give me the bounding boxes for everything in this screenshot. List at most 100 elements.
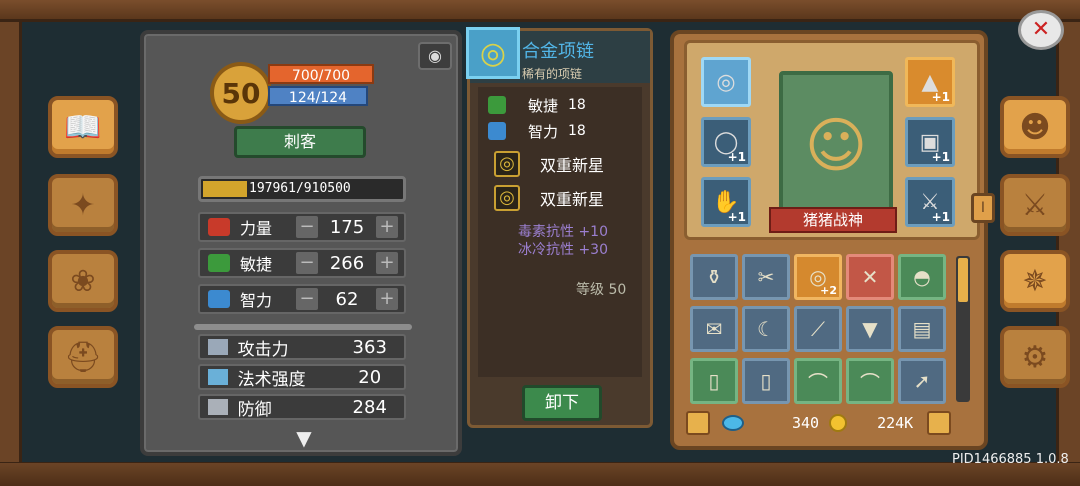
- combat-label: 攻击力: [237, 339, 289, 360]
- armor-slot[interactable]: ▣ +1: [905, 117, 955, 167]
- gloves-slot[interactable]: ✋ +1: [701, 177, 751, 227]
- attribute-row-strength: 力量 − 175 +: [198, 212, 406, 242]
- scroll-icon: ✉: [705, 317, 723, 341]
- inventory-slot[interactable]: ⌒: [794, 358, 842, 404]
- intelligence-icon: [488, 122, 506, 140]
- agility-plus-button[interactable]: +: [376, 252, 398, 274]
- intelligence-plus-button[interactable]: +: [376, 288, 398, 310]
- item-attribute-intelligence: 智力 18: [488, 119, 638, 143]
- intelligence-minus-button[interactable]: −: [296, 288, 318, 310]
- exp-bar-fill: [203, 181, 247, 197]
- item-skill: ◎ 双重新星: [494, 149, 640, 179]
- exp-text: 197961/910500: [249, 181, 351, 196]
- necklace-icon: ◎: [716, 69, 736, 95]
- helmet-icon: ⛑: [63, 339, 103, 375]
- character-name: 猪猪战神: [769, 207, 897, 233]
- spear-icon: ➚: [913, 369, 931, 393]
- swords-icon: ⚔: [1021, 187, 1049, 223]
- gem-icon: [722, 415, 744, 431]
- equipment-page-tab[interactable]: I: [971, 193, 995, 223]
- combat-value: 363: [352, 336, 387, 358]
- level-badge: 50: [210, 62, 272, 124]
- talent-menu-button[interactable]: ✵: [1000, 250, 1070, 312]
- inventory-slot[interactable]: ▯: [742, 358, 790, 404]
- book-menu-button[interactable]: 📖: [48, 96, 118, 158]
- character-portrait: ☺: [779, 71, 893, 221]
- star-icon: ✵: [1022, 263, 1048, 299]
- item-attribute-label: 敏捷: [528, 96, 559, 115]
- character-menu-button[interactable]: ☻: [1000, 96, 1070, 158]
- inventory-slot[interactable]: ✉: [690, 306, 738, 352]
- class-button[interactable]: 刺客: [234, 126, 366, 158]
- scroll-menu-button[interactable]: ✦: [48, 174, 118, 236]
- inventory-slot[interactable]: ▼: [846, 306, 894, 352]
- version-text: PID1466885 1.0.8: [952, 452, 1069, 467]
- combat-value: 284: [352, 396, 387, 418]
- item-attribute-agility: 敏捷 18: [488, 93, 638, 117]
- agility-icon: [488, 96, 506, 114]
- inventory-slot[interactable]: ⟋: [794, 306, 842, 352]
- frame-left: [0, 22, 22, 462]
- character-head-icon: ☻: [1019, 109, 1051, 145]
- item-skill: ◎ 双重新星: [494, 183, 640, 213]
- inventory-slot[interactable]: ☾: [742, 306, 790, 352]
- inventory-slot[interactable]: ▯: [690, 358, 738, 404]
- gem-count: 340: [792, 414, 820, 432]
- item-skill-label: 双重新星: [540, 156, 605, 175]
- item-name: 合金项链: [522, 41, 594, 62]
- inventory-slot[interactable]: ◓: [898, 254, 946, 300]
- frame-right: [1056, 22, 1080, 462]
- inventory-grid: ⚱ ✂ ◎ +2 ✕ ◓ ✉ ☾ ⟋ ▼ ▤ ▯ ▯ ⌒ ⌒ ➚: [690, 254, 954, 404]
- skills-menu-button[interactable]: ⚔: [1000, 174, 1070, 236]
- item-header: ◎ 合金项链 稀有的项链: [466, 27, 650, 83]
- inventory-slot[interactable]: ▤: [898, 306, 946, 352]
- nova-icon: ◎: [494, 185, 520, 211]
- unequip-button[interactable]: 卸下: [522, 385, 602, 421]
- helmet-slot[interactable]: ▲ +1: [905, 57, 955, 107]
- settings-menu-button[interactable]: ⚙: [1000, 326, 1070, 388]
- inventory-slot[interactable]: ⌒: [846, 358, 894, 404]
- gear-icon: ⚙: [1021, 339, 1049, 375]
- bow-icon: ⌒: [860, 370, 880, 395]
- frame-top: [0, 0, 1080, 22]
- pet-menu-button[interactable]: ❀: [48, 250, 118, 312]
- weapon-slot[interactable]: ⚔ +1: [905, 177, 955, 227]
- ring-slot-left[interactable]: ◯ +1: [701, 117, 751, 167]
- inventory-slot[interactable]: ◎ +2: [794, 254, 842, 300]
- paw-icon: ❀: [70, 263, 96, 299]
- wand-icon: [208, 369, 228, 385]
- hp-bar: 700/700: [268, 64, 374, 84]
- attribute-label: 智力: [240, 291, 273, 310]
- strength-plus-button[interactable]: +: [376, 216, 398, 238]
- close-button[interactable]: ✕: [1018, 10, 1064, 50]
- inventory-slot[interactable]: ✂: [742, 254, 790, 300]
- agility-minus-button[interactable]: −: [296, 252, 318, 274]
- scrollbar-thumb[interactable]: [958, 258, 968, 302]
- attribute-value: 175: [329, 216, 365, 238]
- scroll-down-icon[interactable]: ▼: [280, 426, 328, 450]
- gold-count: 224K: [877, 414, 914, 432]
- bag-icon[interactable]: [686, 411, 710, 435]
- attribute-row-intelligence: 智力 − 62 +: [198, 284, 406, 314]
- item-skill-label: 双重新星: [540, 190, 605, 209]
- combat-value: 20: [358, 366, 382, 388]
- mp-bar: 124/124: [268, 86, 368, 106]
- inventory-slot[interactable]: ➚: [898, 358, 946, 404]
- item-level: 等级 50: [576, 282, 627, 298]
- crescent-icon: ☾: [757, 317, 775, 341]
- inventory-scrollbar[interactable]: [956, 256, 970, 402]
- necklace-slot[interactable]: ◎: [701, 57, 751, 107]
- strength-minus-button[interactable]: −: [296, 216, 318, 238]
- helmet-menu-button[interactable]: ⛑: [48, 326, 118, 388]
- exp-bar: 197961/910500: [198, 176, 406, 202]
- camera-button[interactable]: ◉: [418, 42, 452, 70]
- inventory-slot[interactable]: ⚱: [690, 254, 738, 300]
- cold-resistance: 冰冷抗性 +30: [518, 242, 608, 258]
- cloak-icon: ▼: [862, 317, 878, 341]
- scroll-icon: ✦: [70, 187, 96, 223]
- sword-icon: [208, 339, 228, 355]
- grid-icon[interactable]: [927, 411, 952, 435]
- strength-icon: [208, 218, 230, 236]
- inventory-slot[interactable]: ✕: [846, 254, 894, 300]
- map-icon: ✕: [861, 265, 879, 289]
